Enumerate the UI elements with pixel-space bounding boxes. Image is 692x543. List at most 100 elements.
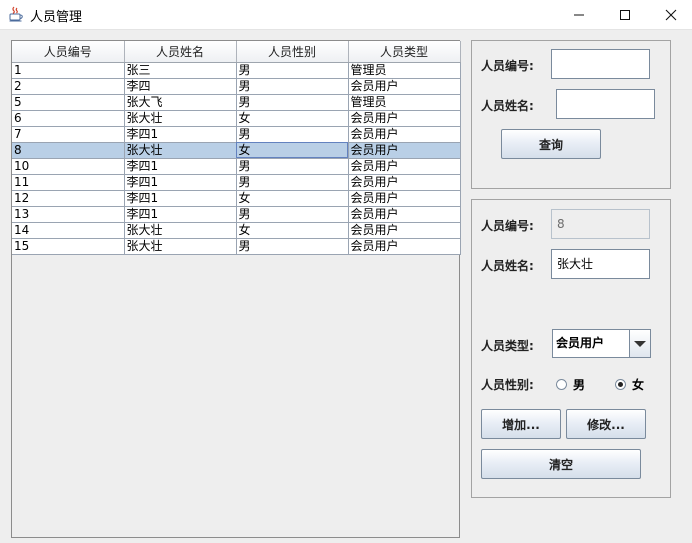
radio-male-icon[interactable] <box>556 379 567 390</box>
table-row[interactable]: 12 李四1 女会员用户 <box>12 190 461 207</box>
gender-female-radio[interactable]: 女 <box>615 376 644 393</box>
cell-name[interactable]: 张三 <box>124 62 237 79</box>
edit-type-label: 人员类型: <box>481 339 534 353</box>
chevron-down-icon[interactable] <box>629 330 650 357</box>
query-name-label: 人员姓名: <box>481 99 534 113</box>
cell-gender[interactable]: 男 <box>236 94 349 111</box>
table-row[interactable]: 13 李四1 男会员用户 <box>12 206 461 223</box>
java-app-icon <box>9 6 23 22</box>
cell-type[interactable]: 会员用户 <box>348 142 461 159</box>
cell-type[interactable]: 会员用户 <box>348 190 461 207</box>
table-row[interactable]: 7 李四1 男会员用户 <box>12 126 461 143</box>
cell-name[interactable]: 李四1 <box>124 158 237 175</box>
column-header-name[interactable]: 人员姓名 <box>124 41 237 63</box>
radio-female-icon[interactable] <box>615 379 626 390</box>
cell-id[interactable]: 1 <box>12 62 125 79</box>
cell-id[interactable]: 8 <box>12 142 125 159</box>
cell-id[interactable]: 11 <box>12 174 125 191</box>
edit-id-field: 8 <box>551 209 650 239</box>
column-header-id[interactable]: 人员编号 <box>12 41 125 63</box>
cell-type[interactable]: 会员用户 <box>348 174 461 191</box>
column-header-type[interactable]: 人员类型 <box>348 41 461 63</box>
cell-gender[interactable]: 男 <box>236 126 349 143</box>
cell-type[interactable]: 会员用户 <box>348 158 461 175</box>
modify-button[interactable]: 修改... <box>566 409 646 439</box>
cell-type[interactable]: 管理员 <box>348 94 461 111</box>
edit-id-label: 人员编号: <box>481 219 534 233</box>
query-id-input[interactable] <box>551 49 650 79</box>
edit-name-input[interactable]: 张大壮 <box>551 249 650 279</box>
cell-name[interactable]: 张大壮 <box>124 142 237 159</box>
type-combobox[interactable]: 会员用户 <box>552 329 651 358</box>
minimize-button[interactable] <box>556 0 602 30</box>
cell-id[interactable]: 5 <box>12 94 125 111</box>
cell-type[interactable]: 会员用户 <box>348 126 461 143</box>
edit-name-label: 人员姓名: <box>481 259 534 273</box>
close-button[interactable] <box>648 0 692 30</box>
cell-name[interactable]: 李四1 <box>124 190 237 207</box>
cell-id[interactable]: 7 <box>12 126 125 143</box>
cell-gender[interactable]: 男 <box>236 174 349 191</box>
type-combobox-value: 会员用户 <box>556 336 605 350</box>
maximize-icon <box>620 10 630 20</box>
close-icon <box>665 9 677 21</box>
cell-id[interactable]: 13 <box>12 206 125 223</box>
add-button[interactable]: 增加... <box>481 409 561 439</box>
cell-gender[interactable]: 女 <box>236 142 349 159</box>
query-id-label: 人员编号: <box>481 59 534 73</box>
cell-name[interactable]: 张大壮 <box>124 110 237 127</box>
table-row[interactable]: 2 李四男会员用户 <box>12 78 461 95</box>
cell-id[interactable]: 12 <box>12 190 125 207</box>
cell-type[interactable]: 会员用户 <box>348 206 461 223</box>
cell-name[interactable]: 李四1 <box>124 174 237 191</box>
gender-male-label: 男 <box>573 378 586 392</box>
table-row[interactable]: 8 张大壮女会员用户 <box>12 142 461 159</box>
table-row[interactable]: 1 张三男管理员 <box>12 62 461 79</box>
query-panel: 人员编号: 人员姓名: 查询 <box>471 40 671 189</box>
table-row[interactable]: 11 李四1 男会员用户 <box>12 174 461 191</box>
cell-id[interactable]: 6 <box>12 110 125 127</box>
cell-gender[interactable]: 男 <box>236 238 349 255</box>
cell-name[interactable]: 张大飞 <box>124 94 237 111</box>
search-button[interactable]: 查询 <box>501 129 601 159</box>
window-title: 人员管理 <box>30 10 83 25</box>
table-body: 1 张三男管理员 2 李四男会员用户 5 张大飞男管理员 6 张大壮女会员用户 7 李四1 男会员用… <box>12 62 461 255</box>
maximize-button[interactable] <box>602 0 648 30</box>
cell-id[interactable]: 2 <box>12 78 125 95</box>
clear-button[interactable]: 清空 <box>481 449 641 479</box>
title-bar: 人员管理 <box>0 0 692 30</box>
table-row[interactable]: 6 张大壮女会员用户 <box>12 110 461 127</box>
cell-gender[interactable]: 男 <box>236 206 349 223</box>
cell-gender[interactable]: 女 <box>236 190 349 207</box>
cell-gender[interactable]: 女 <box>236 222 349 239</box>
gender-male-radio[interactable]: 男 <box>556 376 585 393</box>
cell-type[interactable]: 会员用户 <box>348 238 461 255</box>
cell-id[interactable]: 15 <box>12 238 125 255</box>
cell-id[interactable]: 10 <box>12 158 125 175</box>
table-row[interactable]: 5 张大飞男管理员 <box>12 94 461 111</box>
cell-gender[interactable]: 男 <box>236 158 349 175</box>
cell-gender[interactable]: 男 <box>236 78 349 95</box>
cell-type[interactable]: 管理员 <box>348 62 461 79</box>
person-table[interactable]: 人员编号 人员姓名 人员性别 人员类型 1 张三男管理员 2 李四男会员用户 5 张大飞男… <box>12 41 461 255</box>
cell-gender[interactable]: 女 <box>236 110 349 127</box>
column-header-gender[interactable]: 人员性别 <box>236 41 349 63</box>
cell-type[interactable]: 会员用户 <box>348 222 461 239</box>
query-name-input[interactable] <box>556 89 655 119</box>
person-table-scrollpane[interactable]: 人员编号 人员姓名 人员性别 人员类型 1 张三男管理员 2 李四男会员用户 5 张大飞男… <box>11 40 461 538</box>
cell-type[interactable]: 会员用户 <box>348 78 461 95</box>
cell-name[interactable]: 李四1 <box>124 126 237 143</box>
cell-id[interactable]: 14 <box>12 222 125 239</box>
cell-name[interactable]: 张大壮 <box>124 222 237 239</box>
gender-female-label: 女 <box>632 378 645 392</box>
table-row[interactable]: 14 张大壮女会员用户 <box>12 222 461 239</box>
cell-name[interactable]: 张大壮 <box>124 238 237 255</box>
cell-name[interactable]: 李四1 <box>124 206 237 223</box>
minimize-icon <box>574 14 584 16</box>
cell-type[interactable]: 会员用户 <box>348 110 461 127</box>
edit-gender-label: 人员性别: <box>481 378 534 392</box>
table-row[interactable]: 15 张大壮男会员用户 <box>12 238 461 255</box>
cell-name[interactable]: 李四 <box>124 78 237 95</box>
cell-gender[interactable]: 男 <box>236 62 349 79</box>
table-row[interactable]: 10 李四1 男会员用户 <box>12 158 461 175</box>
